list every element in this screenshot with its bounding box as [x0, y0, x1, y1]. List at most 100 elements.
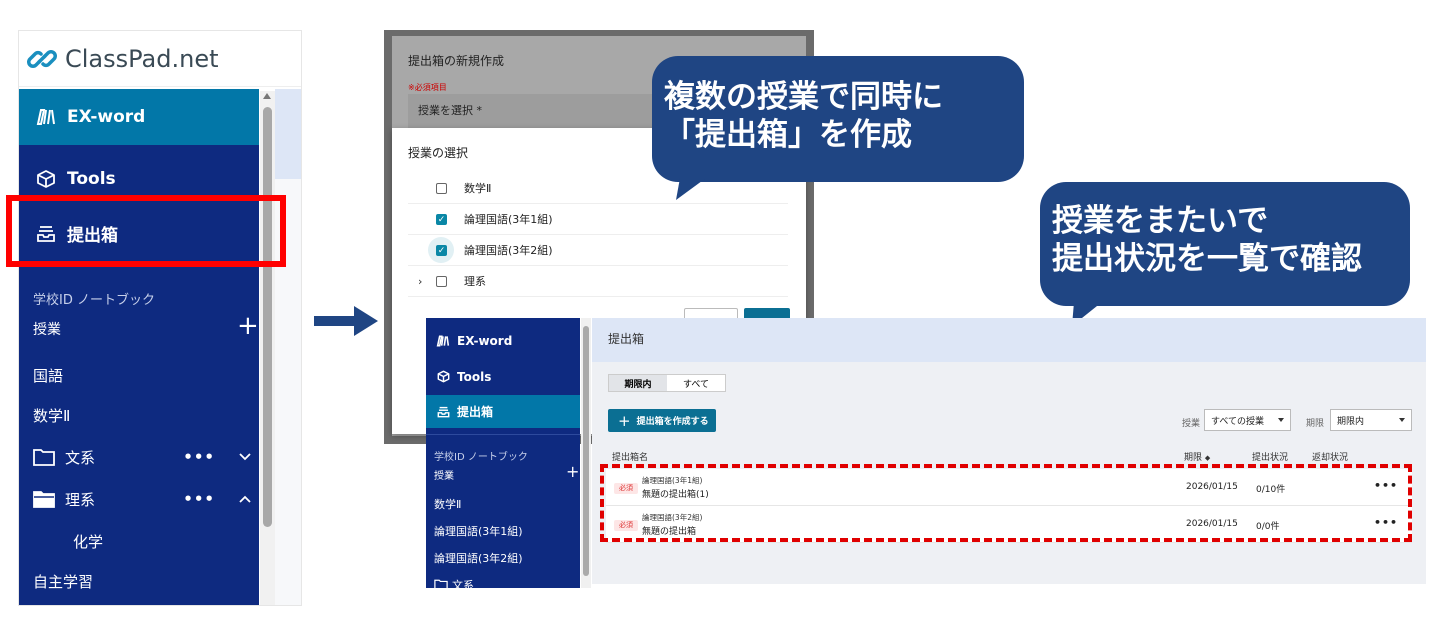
caret-down-icon	[1278, 418, 1284, 422]
filter-tabs: 期限内 すべて	[608, 374, 726, 392]
add-class-plus-icon[interactable]: +	[566, 464, 579, 480]
chevron-right-icon[interactable]: ›	[418, 275, 422, 288]
sidebar-folder-item[interactable]: 文系	[452, 577, 474, 588]
sidebar-item-label: EX-word	[67, 107, 146, 127]
class-label: 自主学習	[33, 572, 94, 591]
callout-line: 「提出箱」を作成	[664, 117, 912, 153]
filter-class-label: 授業	[1182, 419, 1201, 429]
brand-name: ClassPad.net	[65, 44, 219, 73]
sort-icon: ◆	[1204, 454, 1211, 462]
book-icon	[436, 334, 450, 348]
class-option-label: 論理国語(3年2組)	[464, 244, 553, 257]
callout-line: 提出状況を一覧で確認	[1052, 241, 1362, 277]
page-title: 提出箱	[592, 318, 1426, 362]
sidebar-folder-rikei[interactable]: 理系 •••	[33, 483, 255, 515]
class-option-row[interactable]: ✓ 論理国語(3年2組)	[408, 235, 788, 266]
callout-line: 複数の授業で同時に	[664, 79, 943, 115]
column-header-due[interactable]: 期限 ◆	[1184, 450, 1210, 463]
dialog-title: 提出箱の新規作成	[408, 54, 505, 68]
dialog-title: 授業の選択	[408, 146, 469, 160]
class-label: 化学	[73, 532, 104, 551]
more-options-icon[interactable]: •••	[183, 490, 215, 508]
sidebar-item-tools[interactable]: Tools	[426, 360, 580, 393]
classes-label: 授業	[434, 471, 454, 482]
class-option-row[interactable]: › 理系	[408, 266, 788, 297]
plus-icon: +	[618, 411, 631, 430]
folder-label: 理系	[65, 490, 96, 509]
filter-due-label: 期限	[1306, 419, 1325, 429]
column-header-name: 提出箱名	[612, 453, 649, 463]
app-header: ClassPad.net	[19, 31, 301, 87]
classes-label: 授業	[33, 322, 61, 338]
class-label: 数学Ⅱ	[33, 406, 71, 425]
sidebar-item-exword[interactable]: EX-word	[19, 89, 259, 145]
column-header-return: 返却状況	[1312, 453, 1349, 463]
create-submission-box-button[interactable]: + 提出箱を作成する	[608, 409, 716, 432]
folder-label: 文系	[65, 448, 96, 467]
sidebar-item-label: Tools	[67, 169, 116, 189]
divider	[426, 434, 580, 435]
notebook-label: 学校ID ノートブック	[33, 293, 155, 308]
content-header-edge	[275, 89, 301, 179]
notebook-label: 学校ID ノートブック	[434, 452, 528, 463]
class-option-row[interactable]: ✓ 論理国語(3年1組)	[408, 204, 788, 235]
callout-tail	[676, 178, 706, 200]
required-note: ※必須項目	[408, 83, 447, 92]
select-value: すべての授業	[1211, 416, 1265, 427]
class-option-label: 理系	[464, 275, 486, 288]
sidebar-self-study[interactable]: 自主学習	[33, 565, 255, 597]
button-label: 提出箱を作成する	[636, 417, 709, 427]
sidebar: EX-word Tools 提出箱 学校ID ノートブック 授業 + 国語 数学…	[19, 89, 259, 605]
column-header-label: 期限	[1184, 453, 1203, 463]
sidebar-item-exword[interactable]: EX-word	[426, 324, 580, 357]
right-arrow-icon	[314, 306, 378, 336]
sidebar-class-item[interactable]: 論理国語(3年2組)	[434, 550, 523, 566]
sidebar-folder-bunkei[interactable]: 文系 •••	[33, 441, 255, 473]
sidebar-item-submission-box[interactable]: 提出箱	[426, 395, 580, 428]
tab-within-due[interactable]: 期限内	[609, 375, 667, 391]
sidebar-class-item[interactable]: 論理国語(3年1組)	[434, 523, 523, 539]
scroll-up-arrow-icon[interactable]	[263, 93, 271, 99]
select-value: 期限内	[1337, 416, 1365, 427]
tab-all[interactable]: すべて	[667, 375, 725, 391]
scrollbar-thumb[interactable]	[583, 326, 589, 576]
inbox-tray-icon	[436, 405, 450, 419]
left-app-screenshot: ClassPad.net EX-word Tools 提出箱 学校ID ノートブ…	[18, 30, 302, 606]
checkbox-checked[interactable]: ✓	[436, 244, 447, 256]
checkbox[interactable]	[436, 275, 447, 287]
chevron-down-icon[interactable]	[239, 450, 251, 465]
scrollbar-thumb[interactable]	[263, 107, 272, 527]
book-icon	[35, 106, 57, 128]
callout-create-multiple: 複数の授業で同時に 「提出箱」を作成	[652, 56, 1024, 182]
folder-icon	[33, 449, 55, 466]
filter-due-select[interactable]: 期限内	[1330, 409, 1412, 431]
folder-icon	[434, 579, 448, 588]
class-option-label: 論理国語(3年1組)	[464, 213, 553, 226]
sidebar-scrollbar[interactable]	[581, 318, 591, 588]
sidebar-item-label: EX-word	[457, 333, 513, 348]
sidebar: EX-word Tools 提出箱 学校ID ノートブック 授業 + 数学Ⅱ 論…	[426, 318, 580, 588]
stage: ClassPad.net EX-word Tools 提出箱 学校ID ノートブ…	[0, 0, 1440, 630]
sidebar-scrollbar[interactable]	[260, 91, 275, 605]
cube-icon	[35, 168, 57, 190]
more-options-icon[interactable]: •••	[183, 448, 215, 466]
highlight-dashed-rows	[600, 464, 1412, 542]
class-option-label: 数学Ⅱ	[464, 182, 492, 195]
sidebar-class-sugaku[interactable]: 数学Ⅱ	[33, 399, 255, 431]
sidebar-item-label: Tools	[457, 369, 492, 384]
class-label: 国語	[33, 366, 64, 385]
sidebar-class-item[interactable]: 数学Ⅱ	[434, 496, 461, 512]
checkbox[interactable]	[436, 182, 447, 194]
chevron-up-icon[interactable]	[239, 492, 251, 507]
highlight-box-submission	[6, 195, 286, 267]
checkbox-checked[interactable]: ✓	[436, 213, 447, 225]
callout-line: 授業をまたいで	[1052, 203, 1269, 239]
submission-box-page: 提出箱 期限内 すべて + 提出箱を作成する 授業 すべての授業 期限 期限内 …	[592, 318, 1426, 584]
main-content-edge	[275, 89, 301, 605]
caret-down-icon	[1399, 418, 1405, 422]
filter-class-select[interactable]: すべての授業	[1204, 409, 1291, 431]
callout-cross-class-status: 授業をまたいで 提出状況を一覧で確認	[1040, 182, 1410, 306]
sidebar-class-kokugo[interactable]: 国語	[33, 359, 255, 391]
column-header-status: 提出状況	[1252, 453, 1289, 463]
add-class-plus-icon[interactable]: +	[237, 313, 259, 339]
